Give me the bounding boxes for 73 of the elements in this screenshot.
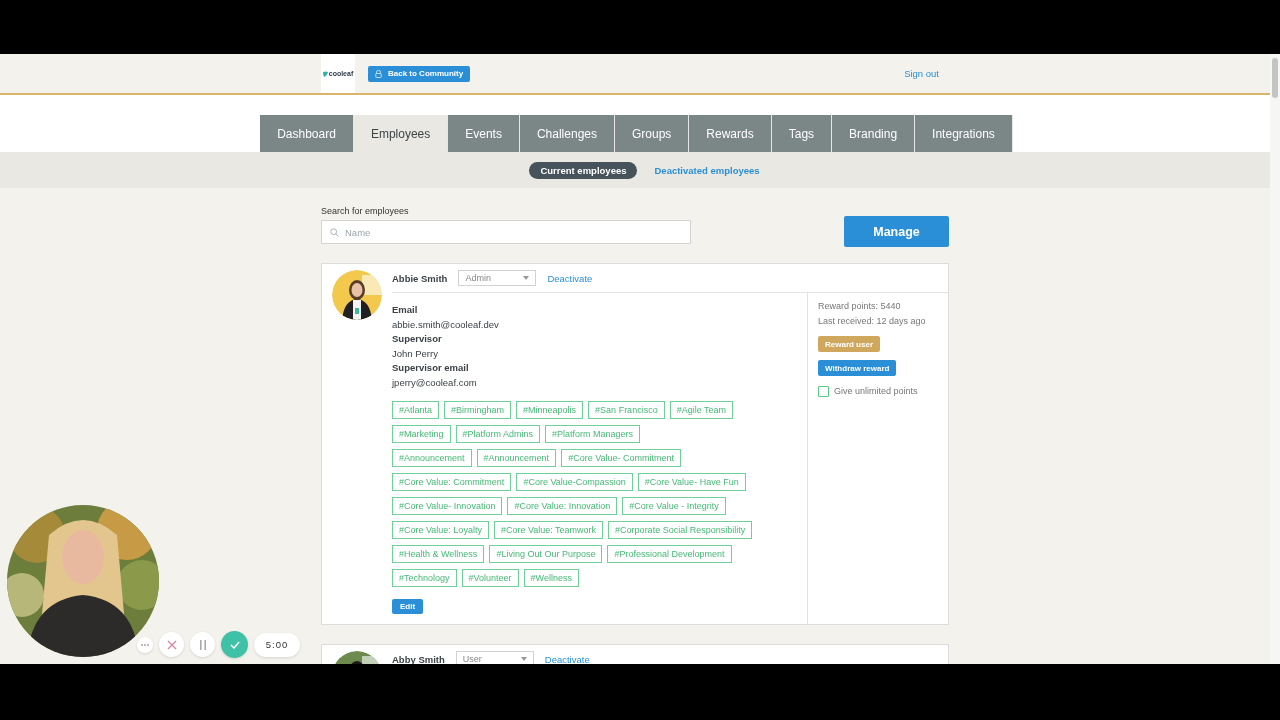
nav-tab[interactable]: Integrations xyxy=(915,115,1013,152)
last-received: Last received: 12 days ago xyxy=(818,314,927,328)
tag-chip[interactable]: #Platform Admins xyxy=(455,425,541,443)
caret-icon xyxy=(520,657,527,661)
field-value: abbie.smith@cooleaf.dev xyxy=(392,317,500,332)
tag-chip[interactable]: #Core Value- Have Fun xyxy=(637,473,746,491)
tag-chip[interactable]: #San Francisco xyxy=(588,401,665,419)
timer[interactable]: 5:00 xyxy=(254,632,300,657)
tag-chip[interactable]: #Birmingham xyxy=(444,401,512,419)
tag-chip[interactable]: #Marketing xyxy=(392,425,451,443)
checkbox[interactable] xyxy=(818,385,829,397)
tag-chip[interactable]: #Agile Team xyxy=(669,401,733,419)
nav-tab[interactable]: Employees xyxy=(353,115,449,152)
close-button[interactable] xyxy=(159,632,184,657)
reward-points: Reward points: 5440 xyxy=(818,300,902,313)
field-label: Supervisor xyxy=(392,332,443,346)
search-icon xyxy=(330,227,339,237)
check-icon xyxy=(229,640,240,649)
nav-tab[interactable]: Events xyxy=(448,115,520,152)
field-label: Email xyxy=(392,303,419,317)
tag-chip[interactable]: #Core Value: Loyalty xyxy=(392,521,489,539)
edit-button[interactable]: Edit xyxy=(392,599,424,614)
back-to-community-button[interactable]: Back to Community xyxy=(368,65,471,82)
field-label: Supervisor email xyxy=(392,361,470,375)
field-value: jperry@cooleaf.com xyxy=(392,375,478,390)
caret-icon xyxy=(523,276,530,280)
field-value: John Perry xyxy=(392,346,439,361)
tag-chip[interactable]: #Core Value: Innovation xyxy=(507,497,618,515)
tag-chip[interactable]: #Core Value: Commitment xyxy=(392,473,512,491)
more-icon[interactable] xyxy=(137,636,153,653)
search-field[interactable]: Name xyxy=(321,220,691,244)
done-button[interactable] xyxy=(221,631,248,658)
close-icon xyxy=(166,639,177,650)
tag-chip[interactable]: #Corporate Social Responsibility xyxy=(608,521,753,539)
tag-chip[interactable]: #Core Value- Innovation xyxy=(392,497,503,515)
role-dropdown[interactable]: Admin xyxy=(458,270,537,286)
nav-tab[interactable]: Branding xyxy=(832,115,916,152)
nav-tab[interactable]: Challenges xyxy=(519,115,615,152)
deactivate-link[interactable]: Deactivate xyxy=(544,653,590,664)
checkbox-label: Give unlimited points xyxy=(834,385,918,398)
tag-chip[interactable]: #Wellness xyxy=(523,569,579,587)
nav-tab[interactable]: Tags xyxy=(771,115,833,152)
tag-chip[interactable]: #Announcement xyxy=(476,449,557,467)
tag-chip[interactable]: #Professional Development xyxy=(607,545,732,563)
nav-tab[interactable]: Groups xyxy=(615,115,690,152)
employee-name: Abbie Smith xyxy=(392,272,448,284)
nav-tab[interactable]: Rewards xyxy=(689,115,772,152)
filter-tab[interactable]: Current employees xyxy=(529,161,638,179)
tag-chip[interactable]: #Minneapolis xyxy=(516,401,584,419)
tag-chip[interactable]: #Announcement xyxy=(392,449,472,467)
scrollbar-thumb[interactable] xyxy=(1272,58,1278,98)
reward-user-button[interactable]: Reward user xyxy=(818,336,881,352)
filter-tab[interactable]: Deactivated employees xyxy=(643,161,771,179)
withdraw-reward-button[interactable]: Withdraw reward xyxy=(818,360,897,376)
search-label: Search for employees xyxy=(321,206,410,216)
lock-icon xyxy=(375,69,382,78)
tag-chip[interactable]: #Atlanta xyxy=(392,401,440,419)
tag-chip[interactable]: #Volunteer xyxy=(461,569,519,587)
deactivate-link[interactable]: Deactivate xyxy=(547,272,593,284)
tag-chip[interactable]: #Technology xyxy=(392,569,457,587)
pause-button[interactable] xyxy=(190,632,215,657)
nav-tab[interactable]: Dashboard xyxy=(260,115,354,152)
tag-chip[interactable]: #Living Out Our Purpose xyxy=(489,545,603,563)
tag-chip[interactable]: #Health & Wellness xyxy=(392,545,485,563)
manage-button[interactable]: Manage xyxy=(844,216,949,247)
tag-chip[interactable]: #Core Value- Commitment xyxy=(561,449,681,467)
tag-chip[interactable]: #Platform Managers xyxy=(545,425,641,443)
pause-icon xyxy=(198,639,207,650)
tag-chip[interactable]: #Core Value: Teamwork xyxy=(493,521,604,539)
sign-out-link[interactable]: Sign out xyxy=(904,68,939,79)
tag-chip[interactable]: #Core Value-Compassion xyxy=(516,473,633,491)
tag-chip[interactable]: #Core Value - Integrity xyxy=(622,497,726,515)
employee-name: Abby Smith xyxy=(392,653,445,664)
